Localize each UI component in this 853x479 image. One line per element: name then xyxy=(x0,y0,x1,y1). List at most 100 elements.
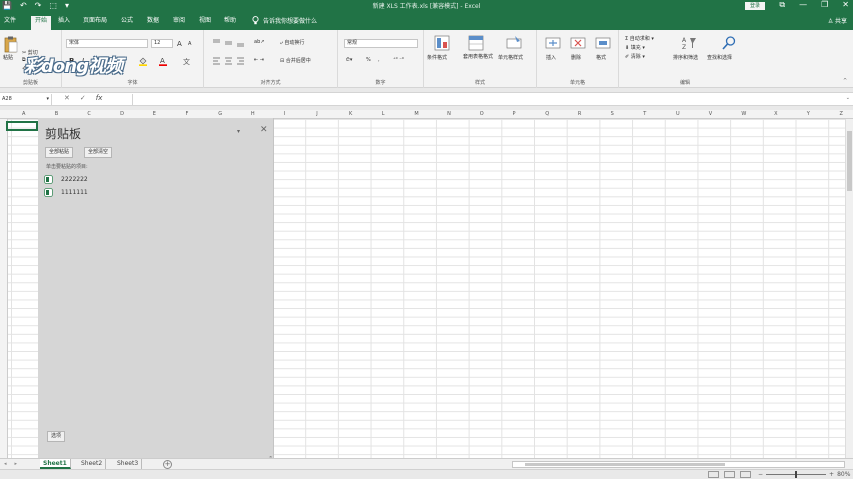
autosum-button[interactable]: Σ 自动求和 ▾ xyxy=(625,35,654,42)
page-layout-view-button[interactable] xyxy=(724,471,735,478)
normal-view-button[interactable] xyxy=(708,471,719,478)
restore-icon[interactable]: ❐ xyxy=(821,0,828,10)
column-header[interactable]: W xyxy=(741,111,746,117)
sort-filter-label[interactable]: 排序和筛选 xyxy=(673,54,698,61)
grow-font-button[interactable]: A xyxy=(177,40,182,48)
column-header[interactable]: X xyxy=(774,111,777,117)
zoom-slider[interactable] xyxy=(766,471,827,478)
tab-formulas[interactable]: 公式 xyxy=(121,16,133,26)
column-header[interactable]: B xyxy=(55,111,58,117)
formula-input[interactable] xyxy=(132,94,847,105)
format-as-table-icon[interactable] xyxy=(468,35,484,51)
prev-sheet-icon[interactable]: ◂ xyxy=(4,461,7,467)
worksheet-grid[interactable]: A B C D E F G H I J K L M N O P Q R S T U V W X Y Z 剪贴板 ▾ ✕ 全部粘贴 … xyxy=(0,110,853,458)
decimal-buttons[interactable]: ⁺⁰ ⁻⁰ xyxy=(393,57,404,63)
column-header[interactable]: T xyxy=(643,111,646,117)
clear-all-button[interactable]: 全部清空 xyxy=(84,147,113,158)
pane-options-dropdown[interactable]: ▾ xyxy=(237,128,240,135)
column-header[interactable]: A xyxy=(22,111,25,117)
tab-view[interactable]: 视图 xyxy=(199,16,211,26)
font-size-combo[interactable]: 12 xyxy=(151,39,173,48)
options-button[interactable]: 选项 xyxy=(47,431,66,442)
tab-insert[interactable]: 插入 xyxy=(58,16,70,26)
column-header[interactable]: P xyxy=(513,111,516,117)
clipboard-item[interactable]: 2222222 xyxy=(44,174,88,184)
sort-filter-icon[interactable]: AZ xyxy=(681,35,697,51)
column-header[interactable]: R xyxy=(578,111,581,117)
zoom-out-button[interactable]: − xyxy=(758,471,763,478)
horizontal-scroll-thumb[interactable] xyxy=(525,463,725,466)
column-header[interactable]: I xyxy=(284,111,285,117)
format-label[interactable]: 格式 xyxy=(596,54,606,61)
tab-data[interactable]: 数据 xyxy=(147,16,159,26)
shrink-font-button[interactable]: A xyxy=(188,41,191,47)
accounting-format-button[interactable]: ₾▾ xyxy=(346,57,352,63)
column-header[interactable]: L xyxy=(382,111,385,117)
add-sheet-button[interactable]: + xyxy=(163,460,172,469)
vertical-scroll-thumb[interactable] xyxy=(847,131,852,191)
ribbon-display-icon[interactable]: ⧉ xyxy=(779,0,785,10)
paste-all-button[interactable]: 全部粘贴 xyxy=(45,147,74,158)
orientation-button[interactable]: ab↗ xyxy=(254,39,264,45)
column-header[interactable]: G xyxy=(218,111,222,117)
tab-help[interactable]: 帮助 xyxy=(224,16,236,26)
paste-icon[interactable] xyxy=(4,36,18,53)
number-format-combo[interactable]: 常规 xyxy=(344,39,418,48)
phonetic-icon[interactable]: 文 xyxy=(182,56,192,66)
selected-cell[interactable] xyxy=(6,121,38,131)
column-header[interactable]: S xyxy=(611,111,614,117)
merge-center-button[interactable]: ⊟ 合并后居中 xyxy=(280,57,311,64)
column-header[interactable]: O xyxy=(480,111,484,117)
column-header[interactable]: E xyxy=(153,111,156,117)
indent-buttons[interactable]: ⇤ ⇥ xyxy=(254,57,264,63)
insert-label[interactable]: 插入 xyxy=(546,54,556,61)
column-header[interactable]: C xyxy=(87,111,91,117)
page-break-view-button[interactable] xyxy=(740,471,751,478)
vertical-scrollbar[interactable] xyxy=(845,119,853,458)
format-cells-icon[interactable] xyxy=(595,35,611,51)
name-box[interactable]: A28 ▾ xyxy=(0,94,52,105)
cell-styles-label[interactable]: 单元格样式 xyxy=(498,54,523,61)
column-header[interactable]: Y xyxy=(807,111,810,117)
font-color-icon[interactable]: A xyxy=(158,56,168,66)
sheet-tab-2[interactable]: Sheet2 xyxy=(78,459,107,469)
column-header[interactable]: J xyxy=(316,111,317,117)
find-select-icon[interactable] xyxy=(721,35,737,51)
clear-button[interactable]: ✐ 清除 ▾ xyxy=(625,53,645,60)
conditional-format-icon[interactable] xyxy=(434,35,450,51)
find-select-label[interactable]: 查找和选择 xyxy=(707,54,732,61)
column-header[interactable]: D xyxy=(120,111,124,117)
tab-home[interactable]: 开始 xyxy=(31,16,52,30)
zoom-in-button[interactable]: + xyxy=(829,471,834,478)
pane-close-icon[interactable]: ✕ xyxy=(260,125,268,135)
minimize-icon[interactable]: — xyxy=(799,0,807,10)
conditional-format-label[interactable]: 条件格式 xyxy=(427,54,447,61)
column-header[interactable]: Z xyxy=(840,111,843,117)
insert-function-icon[interactable]: fx xyxy=(96,94,103,102)
tab-file[interactable]: 文件 xyxy=(4,16,16,26)
collapse-ribbon-icon[interactable]: ^ xyxy=(843,78,847,84)
insert-cells-icon[interactable] xyxy=(545,35,561,51)
cancel-icon[interactable]: ✕ xyxy=(64,94,70,102)
wrap-text-button[interactable]: ⤶ 自动换行 xyxy=(280,39,304,46)
enter-icon[interactable]: ✓ xyxy=(80,94,86,102)
column-header[interactable]: Q xyxy=(545,111,549,117)
comma-button[interactable]: , xyxy=(378,57,380,63)
horizontal-scrollbar[interactable] xyxy=(512,461,845,468)
next-sheet-icon[interactable]: ▸ xyxy=(15,461,18,467)
cell-styles-icon[interactable] xyxy=(506,35,522,51)
zoom-level[interactable]: 80% xyxy=(837,471,850,478)
percent-button[interactable]: % xyxy=(366,57,371,63)
login-button[interactable]: 登录 xyxy=(744,2,765,10)
clipboard-item[interactable]: 1111111 xyxy=(44,187,88,197)
column-header[interactable]: M xyxy=(414,111,418,117)
column-header[interactable]: H xyxy=(251,111,255,117)
column-header[interactable]: N xyxy=(447,111,451,117)
column-header[interactable]: V xyxy=(709,111,712,117)
sheet-tab-3[interactable]: Sheet3 xyxy=(114,459,143,469)
expand-formula-icon[interactable]: ⌄ xyxy=(846,95,850,101)
fill-button[interactable]: ⬇ 填充 ▾ xyxy=(625,44,645,51)
format-as-table-label[interactable]: 套用表格格式 xyxy=(462,54,494,61)
share-button[interactable]: ♙ 共享 xyxy=(828,16,847,25)
close-icon[interactable]: ✕ xyxy=(842,0,849,10)
